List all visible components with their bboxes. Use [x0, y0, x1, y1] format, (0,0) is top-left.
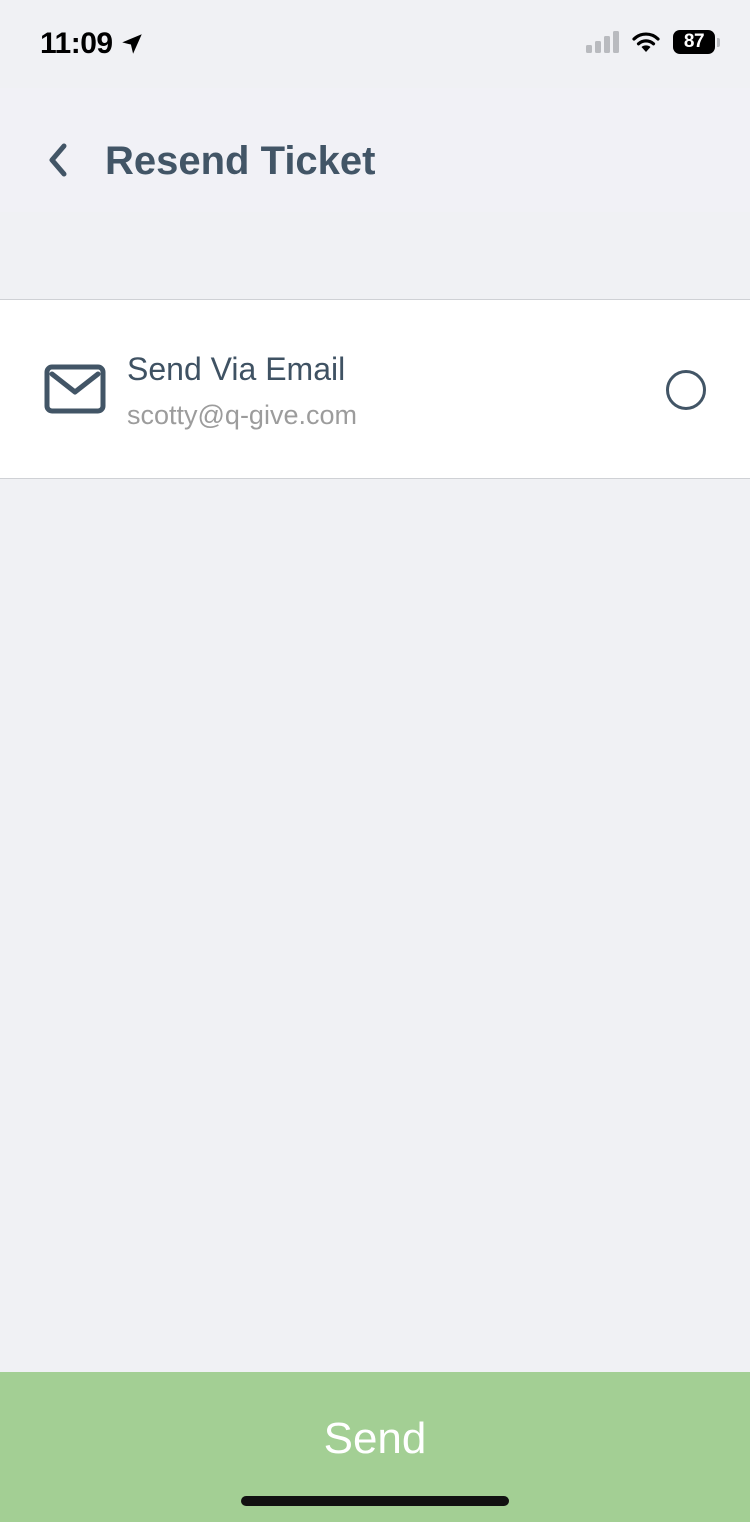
nav-header: Resend Ticket — [0, 88, 750, 212]
send-button[interactable]: Send — [0, 1372, 750, 1522]
status-icons: 87 — [586, 30, 720, 54]
home-indicator — [241, 1496, 509, 1506]
page-title: Resend Ticket — [105, 139, 376, 183]
status-bar: 11:09 87 — [0, 0, 750, 88]
status-time-text: 11:09 — [40, 27, 113, 60]
send-button-label: Send — [323, 1414, 427, 1463]
mail-icon — [44, 364, 106, 414]
chevron-left-icon — [49, 143, 67, 177]
send-via-email-option[interactable]: Send Via Email scotty@q-give.com — [0, 299, 750, 479]
cellular-signal-icon — [586, 31, 619, 53]
back-button[interactable] — [36, 138, 80, 182]
battery-icon: 87 — [673, 30, 720, 54]
radio-button[interactable] — [666, 370, 706, 410]
wifi-icon — [632, 32, 660, 52]
location-arrow-icon — [121, 34, 142, 54]
battery-level: 87 — [673, 30, 715, 54]
option-email: scotty@q-give.com — [127, 400, 357, 430]
status-time: 11:09 — [40, 27, 145, 61]
option-title: Send Via Email — [127, 351, 346, 387]
